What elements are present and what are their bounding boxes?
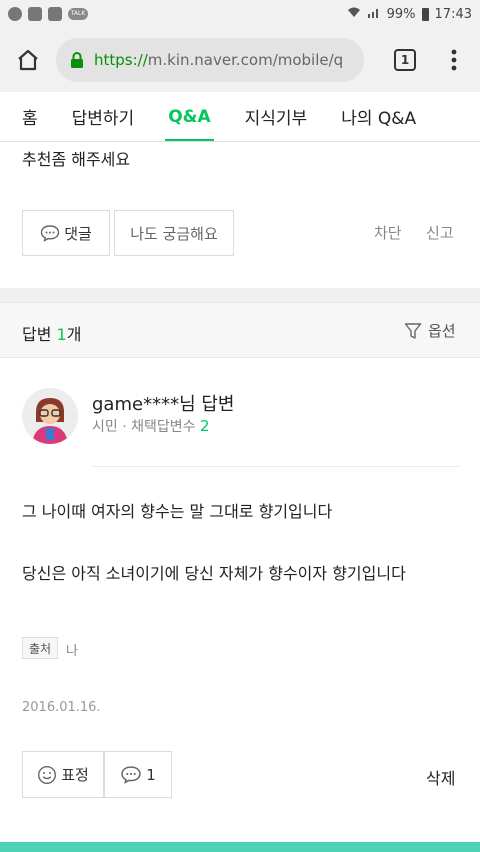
question-text: 추천좀 해주세요 [22, 150, 131, 169]
status-bar: TALK 99% 17:43 [0, 0, 480, 28]
answer-count-suffix: 개 [66, 325, 82, 344]
report-link[interactable]: 신고 [426, 222, 454, 243]
answer-count-number: 1 [56, 325, 67, 344]
tab-switcher-button[interactable]: 1 [376, 28, 434, 92]
tab-donation[interactable]: 지식기부 [228, 92, 325, 141]
tab-count: 1 [394, 49, 416, 71]
answer-meta: 시민 · 채택답변수 2 [92, 416, 210, 436]
answer-count: 답변 1개 [22, 321, 81, 345]
url-host-path: m.kin.naver.com/mobile/q [147, 51, 344, 69]
answer-username[interactable]: game****님 답변 [92, 390, 234, 416]
smiley-icon [38, 765, 57, 784]
answer-divider [92, 466, 460, 467]
avatar[interactable] [22, 388, 78, 444]
answer-date: 2016.01.16. [22, 700, 101, 715]
signal-icon [367, 6, 381, 22]
answer-comment-button[interactable]: 1 [104, 751, 172, 798]
delete-link[interactable]: 삭제 [426, 765, 455, 789]
url-text: https://m.kin.naver.com/mobile/q [94, 51, 343, 69]
reaction-label: 표정 [61, 766, 89, 784]
app-icon [48, 7, 62, 21]
source-value: 나 [66, 644, 78, 659]
speech-bubble-icon [40, 225, 60, 242]
reaction-button[interactable]: 표정 [22, 751, 104, 798]
wifi-icon [347, 6, 361, 22]
answer-comment-count: 1 [146, 765, 156, 784]
filter-icon [404, 322, 422, 339]
address-bar[interactable]: https://m.kin.naver.com/mobile/q [56, 38, 364, 82]
home-button[interactable] [0, 28, 56, 92]
tab-my-qna[interactable]: 나의 Q&A [324, 92, 433, 141]
answer-paragraph: 그 나이때 여자의 향수는 말 그대로 향기입니다 [22, 502, 333, 521]
block-link[interactable]: 차단 [374, 222, 402, 243]
me-too-curious-button[interactable]: 나도 궁금해요 [114, 210, 234, 256]
tab-qna[interactable]: Q&A [151, 92, 227, 141]
kakaotalk-icon: TALK [68, 8, 88, 20]
options-button[interactable]: 옵션 [404, 320, 456, 341]
answer-count-prefix: 답변 [22, 325, 52, 344]
browser-toolbar: https://m.kin.naver.com/mobile/q 1 [0, 28, 480, 92]
lock-icon [71, 52, 83, 68]
comment-button[interactable]: 댓글 [22, 210, 110, 256]
battery-icon [421, 7, 429, 21]
section-divider [0, 288, 480, 302]
options-label: 옵션 [428, 322, 456, 340]
speech-bubble-icon [121, 766, 141, 784]
clock: 17:43 [434, 6, 472, 22]
tab-answer[interactable]: 답변하기 [55, 92, 152, 141]
adopted-label: · 채택답변수 [122, 419, 196, 435]
bottom-bar-edge [0, 842, 480, 852]
section-tabs: 홈 답변하기 Q&A 지식기부 나의 Q&A [0, 92, 480, 142]
home-icon [18, 49, 38, 71]
adopted-count: 2 [199, 417, 210, 435]
more-vertical-icon [451, 49, 457, 71]
answer-paragraph: 당신은 아직 소녀이기에 당신 자체가 향수이자 향기입니다 [22, 564, 406, 583]
overflow-menu-button[interactable] [434, 28, 474, 92]
url-scheme: https:// [94, 51, 148, 69]
notification-icon [8, 7, 22, 21]
gallery-icon [28, 7, 42, 21]
source-tag: 출처 [22, 637, 59, 659]
user-level: 시민 [92, 419, 118, 435]
tab-home[interactable]: 홈 [0, 92, 55, 141]
comment-label: 댓글 [64, 224, 92, 243]
battery-percent: 99% [386, 6, 416, 22]
avatar-illustration [22, 388, 78, 444]
answers-header: 답변 1개 옵션 [0, 302, 480, 358]
